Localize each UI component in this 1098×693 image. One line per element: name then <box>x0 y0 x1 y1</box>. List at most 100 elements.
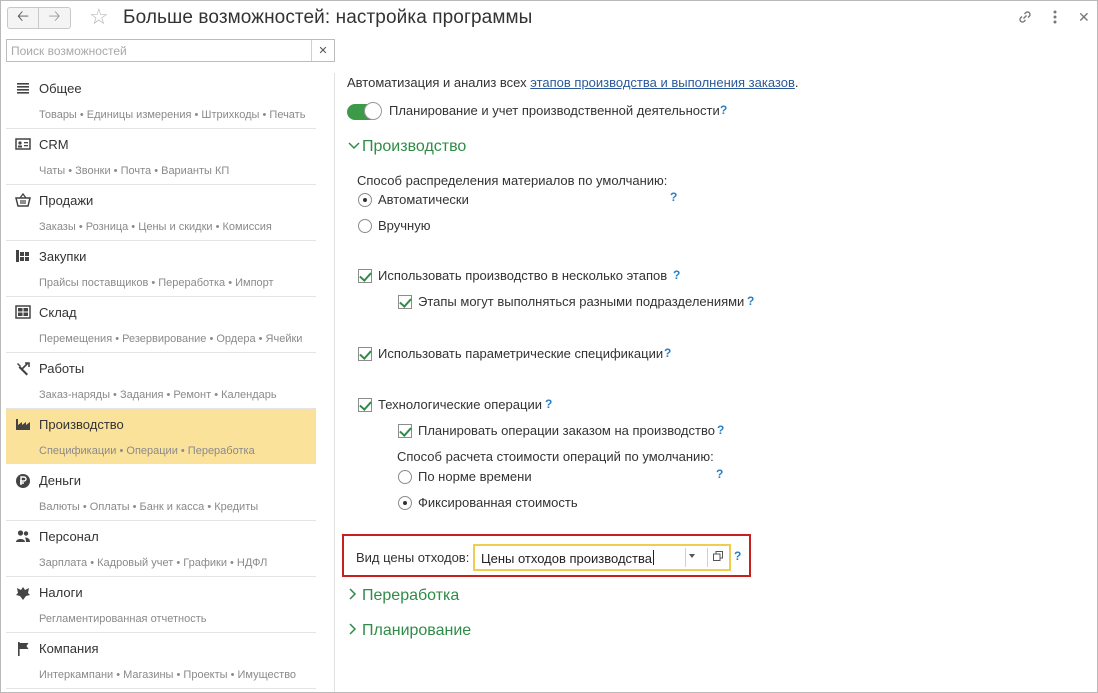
back-arrow-icon: 🡠 <box>16 7 30 25</box>
search-box: ✕ <box>6 39 335 62</box>
help-icon[interactable]: ? <box>717 423 724 437</box>
radio-norm-label[interactable]: По норме времени <box>418 469 532 484</box>
planning-toggle[interactable] <box>347 102 382 120</box>
sidebar-item-label: Деньги <box>39 473 81 488</box>
sidebar-item-label: Компания <box>39 641 99 656</box>
radio-manual[interactable] <box>358 219 372 233</box>
sidebar-item-production[interactable]: Производство Спецификации • Операции • П… <box>6 409 316 465</box>
intro-line: Автоматизация и анализ всех этапов произ… <box>347 75 799 90</box>
sidebar-item-label: Закупки <box>39 249 87 264</box>
help-icon[interactable]: ? <box>734 549 741 563</box>
sidebar-item-sub[interactable]: Прайсы поставщиков • Переработка • Импор… <box>39 277 274 289</box>
waste-price-value[interactable]: Цены отходов производства <box>481 551 652 566</box>
ruble-icon <box>15 473 31 489</box>
page-title: Больше возможностей: настройка программы <box>123 7 533 28</box>
sidebar-item-label: Склад <box>39 305 77 320</box>
forward-button[interactable]: 🡢 <box>39 7 71 29</box>
warehouse-icon <box>15 305 31 321</box>
search-input[interactable] <box>11 41 311 60</box>
field-separator <box>707 548 708 567</box>
card-icon <box>15 137 31 153</box>
waste-price-field[interactable]: Цены отходов производства <box>473 544 731 571</box>
sidebar-item-sales[interactable]: Продажи Заказы • Розница • Цены и скидки… <box>6 185 316 241</box>
help-icon[interactable]: ? <box>673 268 680 282</box>
radio-manual-label[interactable]: Вручную <box>378 218 430 233</box>
sidebar-item-personnel[interactable]: Персонал Зарплата • Кадровый учет • Граф… <box>6 521 316 577</box>
open-form-icon[interactable] <box>713 551 723 564</box>
group-production[interactable]: Производство <box>348 138 466 156</box>
sidebar: Общее Товары • Единицы измерения • Штрих… <box>6 73 316 689</box>
sidebar-item-works[interactable]: Работы Заказ-наряды • Задания • Ремонт •… <box>6 353 316 409</box>
chevron-right-icon <box>348 623 362 638</box>
sidebar-item-sub[interactable]: Спецификации • Операции • Переработка <box>39 445 255 457</box>
checkbox-stages-divisions[interactable] <box>398 295 412 309</box>
radio-fixed[interactable] <box>398 496 412 510</box>
text-caret <box>653 550 654 565</box>
sidebar-item-sub[interactable]: Зарплата • Кадровый учет • Графики • НДФ… <box>39 557 267 569</box>
link-icon[interactable] <box>1017 9 1033 29</box>
people-icon <box>15 529 31 545</box>
radio-auto[interactable] <box>358 193 372 207</box>
basket-icon <box>15 192 31 209</box>
sidebar-item-sub[interactable]: Заказы • Розница • Цены и скидки • Комис… <box>39 221 272 233</box>
help-icon[interactable]: ? <box>664 346 671 360</box>
checkbox-stages-divisions-label[interactable]: Этапы могут выполняться разными подразде… <box>418 294 744 309</box>
purchase-icon <box>15 249 31 265</box>
forward-arrow-icon: 🡢 <box>48 7 61 25</box>
help-icon[interactable]: ? <box>747 294 754 308</box>
sidebar-item-company[interactable]: Компания Интеркампани • Магазины • Проек… <box>6 633 316 689</box>
sidebar-item-warehouse[interactable]: Склад Перемещения • Резервирование • Орд… <box>6 297 316 353</box>
help-icon[interactable]: ? <box>720 103 727 117</box>
sidebar-item-sub[interactable]: Чаты • Звонки • Почта • Варианты КП <box>39 165 229 177</box>
sidebar-item-sub[interactable]: Регламентированная отчетность <box>39 613 206 625</box>
emblem-icon <box>15 585 31 601</box>
sidebar-item-sub[interactable]: Товары • Единицы измерения • Штрихкоды •… <box>39 109 305 121</box>
sidebar-item-sub[interactable]: Заказ-наряды • Задания • Ремонт • Календ… <box>39 389 277 401</box>
sidebar-item-purchases[interactable]: Закупки Прайсы поставщиков • Переработка… <box>6 241 316 297</box>
chevron-right-icon <box>348 588 362 603</box>
factory-icon <box>15 417 31 433</box>
field-separator <box>685 548 686 567</box>
settings-window: 🡠 🡢 ☆ Больше возможностей: настройка про… <box>0 0 1098 693</box>
sidebar-item-taxes[interactable]: Налоги Регламентированная отчетность <box>6 577 316 633</box>
help-icon[interactable]: ? <box>670 190 677 204</box>
help-icon[interactable]: ? <box>716 467 723 481</box>
checkbox-tech-ops-label[interactable]: Технологические операции <box>378 397 542 412</box>
radio-norm[interactable] <box>398 470 412 484</box>
toggle-knob <box>364 102 382 120</box>
back-button[interactable]: 🡠 <box>7 7 39 29</box>
sidebar-item-crm[interactable]: CRM Чаты • Звонки • Почта • Варианты КП <box>6 129 316 185</box>
group-processing[interactable]: Переработка <box>348 587 459 605</box>
dropdown-arrow-icon[interactable] <box>689 554 695 558</box>
sidebar-item-money[interactable]: Деньги Валюты • Оплаты • Банк и касса • … <box>6 465 316 521</box>
group-planning-label: Планирование <box>362 622 472 639</box>
radio-fixed-label[interactable]: Фиксированная стоимость <box>418 495 578 510</box>
sidebar-item-label: Производство <box>39 417 124 432</box>
tools-icon <box>15 361 31 377</box>
help-icon[interactable]: ? <box>545 397 552 411</box>
list-icon <box>15 81 31 97</box>
radio-auto-label[interactable]: Автоматически <box>378 192 469 207</box>
checkbox-multistage[interactable] <box>358 269 372 283</box>
checkbox-plan-ops[interactable] <box>398 424 412 438</box>
star-icon[interactable]: ☆ <box>89 5 109 29</box>
checkbox-parametric-label[interactable]: Использовать параметрические спецификаци… <box>378 346 663 361</box>
checkbox-tech-ops[interactable] <box>358 398 372 412</box>
checkbox-plan-ops-label[interactable]: Планировать операции заказом на производ… <box>418 423 715 438</box>
close-icon[interactable]: ✕ <box>1078 9 1090 25</box>
checkbox-parametric[interactable] <box>358 347 372 361</box>
stages-link[interactable]: этапов производства и выполнения заказов <box>530 75 795 90</box>
group-production-label: Производство <box>362 138 467 155</box>
sidebar-item-label: CRM <box>39 137 69 152</box>
title-bar: 🡠 🡢 ☆ Больше возможностей: настройка про… <box>1 1 1097 35</box>
intro-end: . <box>794 75 799 90</box>
search-clear-button[interactable]: ✕ <box>311 40 334 61</box>
waste-price-label: Вид цены отходов: <box>356 550 470 565</box>
sidebar-item-general[interactable]: Общее Товары • Единицы измерения • Штрих… <box>6 73 316 129</box>
checkbox-multistage-label[interactable]: Использовать производство в несколько эт… <box>378 268 667 283</box>
sidebar-item-sub[interactable]: Валюты • Оплаты • Банк и касса • Кредиты <box>39 501 258 513</box>
sidebar-item-sub[interactable]: Интеркампани • Магазины • Проекты • Имущ… <box>39 669 296 681</box>
group-planning[interactable]: Планирование <box>348 622 471 640</box>
sidebar-item-sub[interactable]: Перемещения • Резервирование • Ордера • … <box>39 333 302 345</box>
more-icon[interactable] <box>1052 9 1058 29</box>
